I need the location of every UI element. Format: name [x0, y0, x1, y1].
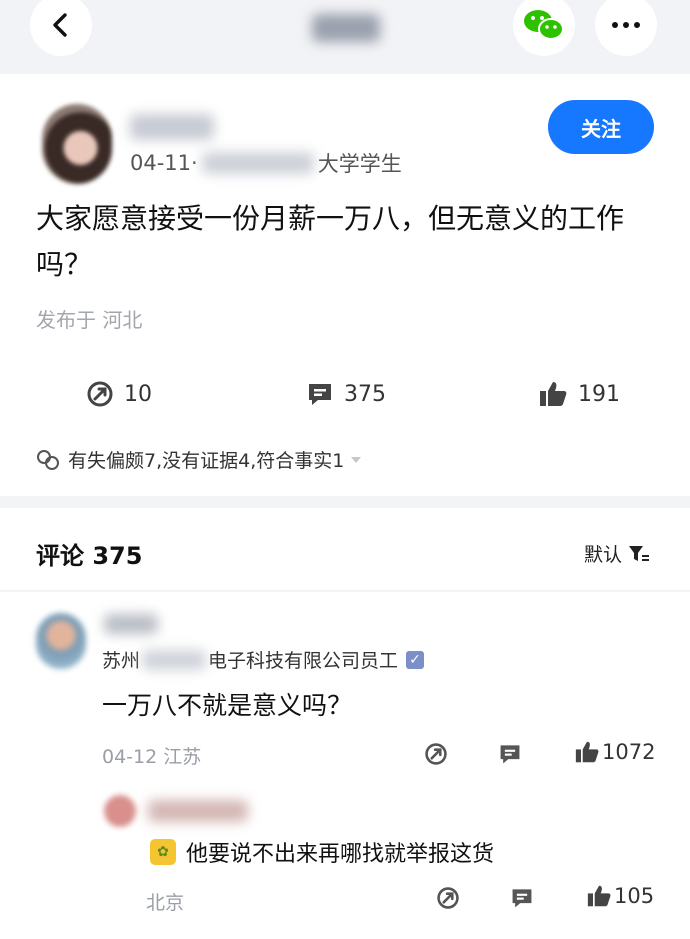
thumbs-up-icon [575, 741, 599, 763]
chevron-left-icon [53, 13, 67, 37]
commenter-name[interactable] [104, 614, 158, 634]
comment-like-action[interactable]: 1072 [574, 740, 655, 764]
verified-icon: ✓ [406, 650, 425, 669]
like-action[interactable]: 191 [538, 380, 620, 408]
comment-reply-action[interactable] [498, 742, 532, 766]
author-name[interactable] [130, 114, 214, 140]
share-icon [87, 381, 113, 407]
post-date: 04-11· [130, 151, 198, 175]
post-question: 大家愿意接受一份月薪一万八，但无意义的工作吗？ [36, 202, 625, 281]
share-action[interactable]: 10 [86, 380, 152, 408]
reply-reply-action[interactable] [510, 886, 544, 910]
share-icon [437, 887, 459, 909]
comment-share-action[interactable] [424, 742, 458, 766]
reply-text: 他要说不出来再哪找就举报这货 [186, 842, 495, 867]
share-count: 10 [124, 381, 152, 407]
section-divider [0, 496, 690, 508]
feedback-summary[interactable]: 有失偏颇7,没有证据4,符合事实1 [36, 446, 362, 473]
commenter-avatar[interactable] [36, 613, 86, 669]
company-prefix: 苏州 [102, 650, 141, 672]
share-icon [425, 743, 447, 765]
commenter-meta: 苏州 电子科技有限公司员工 ✓ [102, 646, 425, 673]
more-icon [612, 22, 640, 28]
comment-icon [500, 745, 520, 764]
filter-icon [629, 545, 650, 561]
wechat-icon [524, 10, 564, 40]
page-title [312, 14, 380, 42]
comment-action[interactable]: 375 [306, 380, 386, 408]
reply-avatar[interactable] [104, 795, 136, 827]
author-meta: 04-11· 大学学生 [130, 148, 402, 178]
feedback-icon [37, 449, 59, 470]
sort-label: 默认 [584, 544, 623, 566]
thumbs-up-icon [540, 382, 567, 406]
comment-text: 一万八不就是意义吗？ [102, 691, 353, 720]
comment-like-count: 1072 [602, 740, 656, 764]
reply-share-action[interactable] [436, 886, 470, 910]
reply-author-name[interactable] [148, 800, 248, 822]
company-name [142, 649, 207, 670]
comment-icon [309, 384, 331, 405]
thumbs-up-icon [587, 885, 611, 907]
published-location: 发布于 河北 [36, 308, 143, 332]
sort-button[interactable]: 默认 [584, 540, 650, 567]
like-count: 191 [578, 381, 620, 407]
comment-icon [512, 889, 532, 908]
follow-button[interactable]: 关注 [548, 100, 654, 154]
company-suffix: 电子科技有限公司员工 [208, 650, 399, 672]
reply-like-action[interactable]: 105 [586, 884, 654, 908]
school-name [201, 152, 314, 174]
comment-date-location: 04-12 江苏 [102, 746, 202, 768]
author-role: 大学学生 [317, 152, 402, 176]
comments-divider [0, 590, 690, 592]
comment-count: 375 [344, 381, 386, 407]
comments-title: 评论 375 [36, 542, 143, 570]
author-avatar[interactable] [42, 104, 112, 184]
caret-down-icon [351, 456, 362, 463]
reply-location: 北京 [146, 892, 185, 914]
reply-like-count: 105 [614, 884, 655, 908]
reply-body: ✿ 他要说不出来再哪找就举报这货 [150, 836, 494, 868]
emoji-icon: ✿ [150, 839, 176, 865]
feedback-text: 有失偏颇7,没有证据4,符合事实1 [68, 450, 345, 472]
